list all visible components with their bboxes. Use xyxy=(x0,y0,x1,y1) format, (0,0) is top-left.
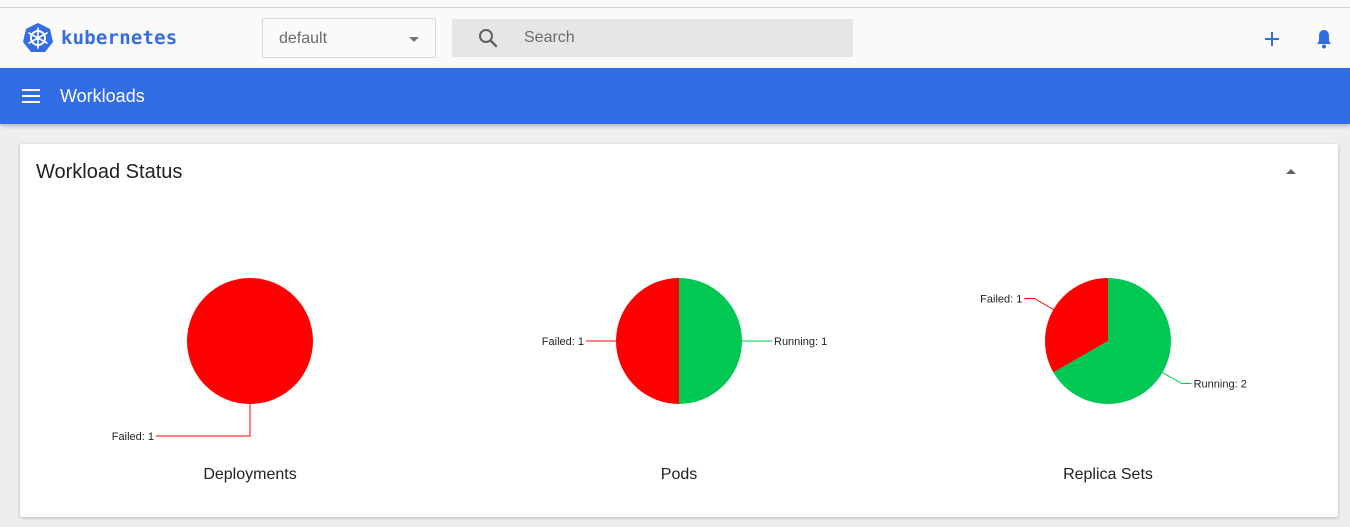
pie-leader-running xyxy=(1162,372,1192,384)
add-icon xyxy=(1265,32,1279,46)
pie-label-running: Running: 2 xyxy=(1194,379,1247,391)
chart-deployments: Failed: 1 xyxy=(112,278,313,443)
pie-label-failed: Failed: 1 xyxy=(112,431,154,443)
search-input[interactable] xyxy=(524,19,844,57)
chart-pods: Failed: 1 Running: 1 xyxy=(542,278,827,404)
search-bar[interactable] xyxy=(452,19,853,57)
chart-replica-sets: Failed: 1 Running: 2 xyxy=(980,278,1247,405)
workload-status-card: Workload Status Failed: 1 Failed: 1 Runni… xyxy=(20,144,1338,517)
workload-charts: Failed: 1 Failed: 1 Running: 1 Failed: 1 R… xyxy=(112,278,1247,443)
namespace-selected-value: default xyxy=(279,30,328,47)
chevron-down-icon xyxy=(409,37,419,42)
brand-name: kubernetes xyxy=(61,27,178,49)
brand-logo[interactable]: kubernetes xyxy=(22,22,177,54)
pie-slice-failed[interactable] xyxy=(616,278,679,404)
notifications-button[interactable] xyxy=(1312,27,1336,51)
page-title: Workloads xyxy=(60,86,145,106)
pie-slice-running[interactable] xyxy=(679,278,742,404)
pie-leader-failed xyxy=(156,404,251,437)
pie-label-running: Running: 1 xyxy=(774,336,827,348)
pie-leader-failed xyxy=(1024,298,1054,310)
chart-title-replica-sets: Replica Sets xyxy=(1063,466,1153,483)
page-app-bar: Workloads xyxy=(0,68,1350,124)
top-toolbar: kubernetes default xyxy=(0,8,1350,68)
bell-icon xyxy=(1317,30,1331,49)
kubernetes-logo-icon xyxy=(23,23,53,52)
menu-icon[interactable] xyxy=(22,89,42,105)
chart-title-pods: Pods xyxy=(660,466,698,483)
pie-slice-failed[interactable] xyxy=(187,278,313,404)
pie-label-failed: Failed: 1 xyxy=(980,294,1022,306)
chart-title-deployments: Deployments xyxy=(203,466,297,483)
namespace-selector[interactable]: default xyxy=(262,18,436,58)
pie-label-failed: Failed: 1 xyxy=(542,336,584,348)
window-top-edge xyxy=(0,0,1350,8)
add-button[interactable] xyxy=(1260,27,1284,51)
search-icon[interactable] xyxy=(478,28,498,48)
